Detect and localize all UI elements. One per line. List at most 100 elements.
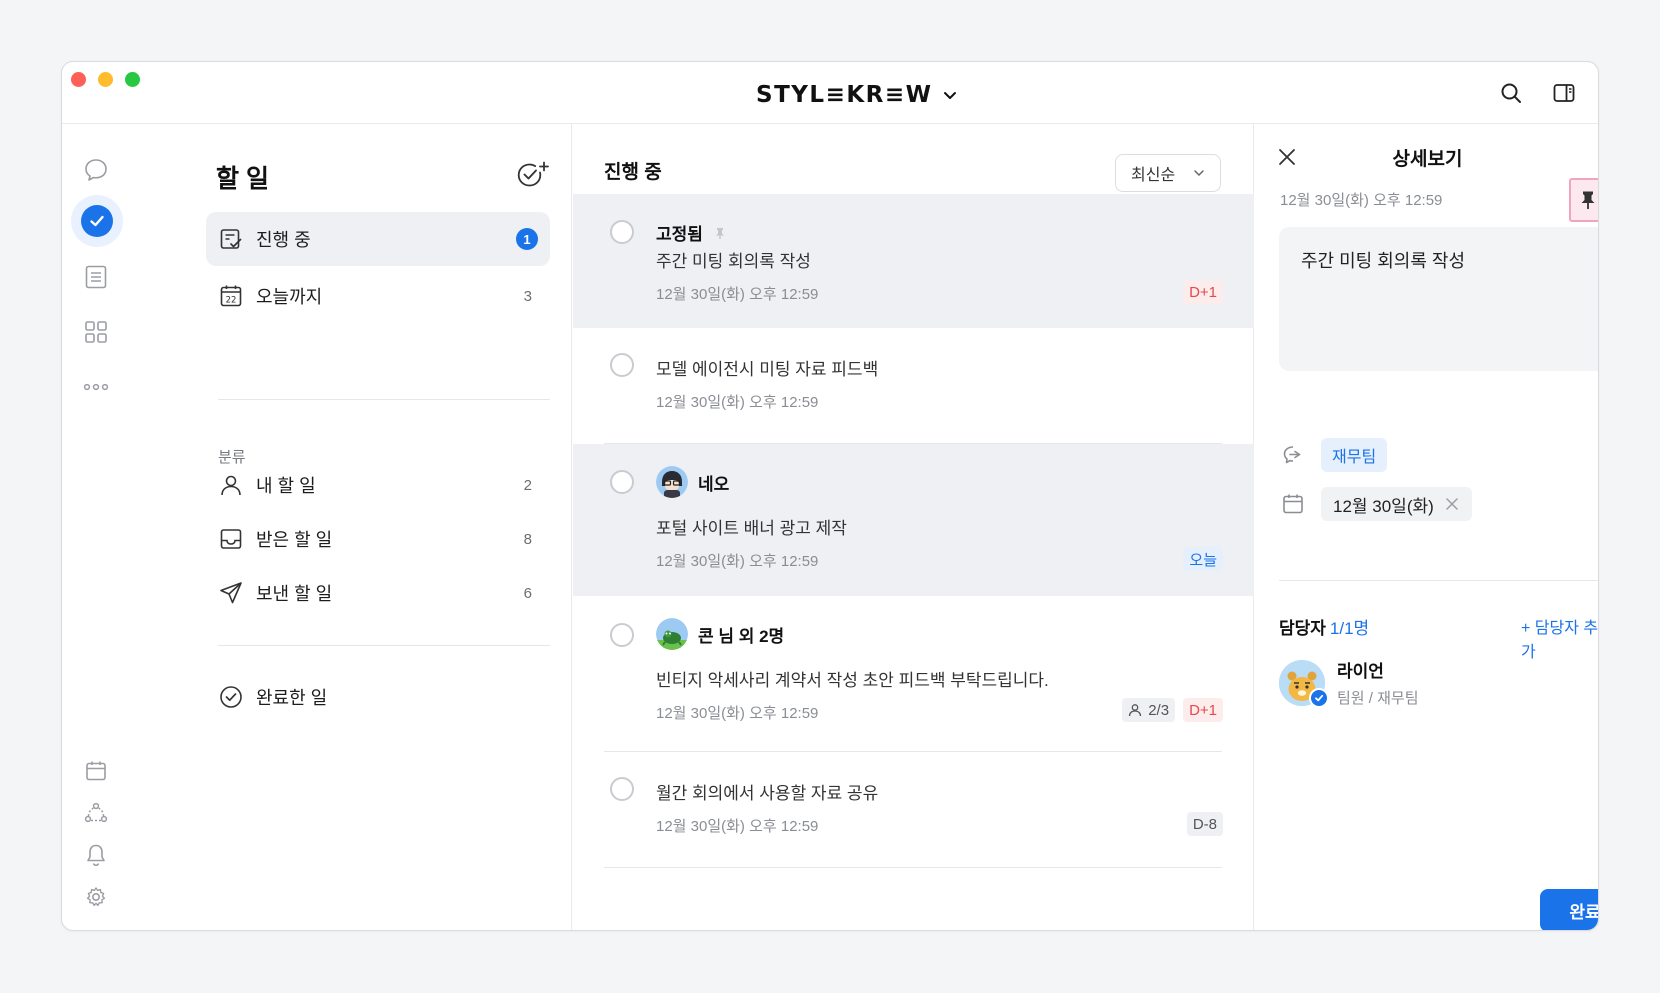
due-tag: D-8 (1186, 812, 1223, 836)
chatroom-link-icon (1279, 441, 1307, 469)
assignee-label: 담당자 (1279, 619, 1326, 638)
detail-date: 12월 30일(화) 오후 12:59 (1280, 192, 1443, 209)
sort-dropdown[interactable]: 최신순 (1115, 154, 1221, 192)
brand-logo: STYL≡KR≡W (756, 82, 933, 108)
window-close-button[interactable] (71, 72, 86, 87)
assignee-header: 담당자 1/1명 (1279, 614, 1369, 639)
rail-memo[interactable] (80, 261, 112, 293)
chatroom-chip[interactable]: 재무팀 (1321, 438, 1388, 472)
task-owner: 콘 님 외 2명 (656, 618, 784, 650)
nav-due-today-count: 3 (523, 287, 532, 305)
divider (218, 645, 550, 646)
nav-completed[interactable]: 완료한 일 (206, 670, 550, 724)
rail-notifications[interactable] (80, 839, 112, 871)
task-checkbox[interactable] (610, 777, 634, 801)
chat-icon (85, 159, 107, 181)
detail-title: 상세보기 (1392, 149, 1463, 170)
bear-avatar-icon (78, 930, 116, 931)
pin-icon (1581, 191, 1595, 209)
task-description-box[interactable]: 주간 미팅 회의록 작성 (1279, 227, 1598, 371)
assignee-role: 팀원 / 재무팀 (1337, 690, 1419, 707)
title-bar: STYL≡KR≡W (62, 62, 1598, 124)
window-minimize-button[interactable] (98, 72, 113, 87)
complete-button[interactable]: 완료 (1540, 889, 1598, 930)
calendar-icon (86, 761, 106, 781)
nav-my-todos-count: 2 (523, 476, 532, 494)
add-todo-button[interactable] (515, 160, 551, 190)
page-title: 할 일 (216, 165, 269, 193)
pin-button[interactable] (1569, 178, 1598, 222)
nav-in-progress[interactable]: 진행 중 1 (206, 212, 550, 266)
nav-due-today[interactable]: 22 오늘까지 3 (206, 269, 550, 323)
task-item[interactable]: 월간 회의에서 사용할 자료 공유 12월 30일(화) 오후 12:59 D-… (573, 752, 1254, 868)
task-title: 월간 회의에서 사용할 자료 공유 (656, 784, 879, 803)
task-item[interactable]: 모델 에이전시 미팅 자료 피드백 12월 30일(화) 오후 12:59 (573, 328, 1254, 444)
rail-more[interactable] (80, 371, 112, 403)
task-date: 12월 30일(화) 오후 12:59 (656, 818, 819, 835)
neo-avatar (656, 466, 688, 498)
task-title: 주간 미팅 회의록 작성 (656, 252, 811, 271)
task-owner: 네오 (656, 466, 729, 498)
due-tag: D+1 (1183, 698, 1223, 722)
task-owner: 고정됨 (656, 220, 727, 245)
task-title: 포털 사이트 배너 광고 제작 (656, 519, 847, 538)
task-checkbox[interactable] (610, 470, 634, 494)
divider (604, 867, 1222, 868)
sort-dropdown-label: 최신순 (1131, 167, 1176, 184)
due-tag: 오늘 (1183, 547, 1223, 571)
chevron-down-icon (943, 92, 956, 99)
person-icon (218, 472, 244, 498)
task-checkbox[interactable] (610, 623, 634, 647)
task-date: 12월 30일(화) 오후 12:59 (656, 553, 819, 570)
task-title: 모델 에이전시 미팅 자료 피드백 (656, 360, 879, 379)
close-icon (1446, 498, 1458, 510)
rail-calendar[interactable] (80, 755, 112, 787)
assignee-progress-tag: 2/3 (1122, 698, 1176, 722)
divider (218, 399, 550, 400)
gear-icon (86, 887, 106, 907)
memo-icon (85, 265, 107, 289)
rail-apps[interactable] (80, 316, 112, 348)
task-item[interactable]: 고정됨 주간 미팅 회의록 작성 12월 30일(화) 오후 12:59 D+1 (573, 194, 1254, 328)
task-item[interactable]: 네오 포털 사이트 배너 광고 제작 12월 30일(화) 오후 12:59 오… (573, 444, 1254, 596)
task-list-panel: 진행 중 최신순 고정됨 주간 미팅 회의록 작성 12월 30일(화) 오후 … (573, 124, 1254, 930)
nav-my-todos[interactable]: 내 할 일 2 (206, 458, 550, 512)
avatar (1279, 659, 1329, 708)
task-item[interactable]: 콘 님 외 2명 빈티지 악세사리 계약서 작성 초안 피드백 부탁드립니다. … (573, 596, 1254, 752)
calendar-icon (1279, 490, 1307, 518)
due-date-row: 12월 30일(화) (1279, 487, 1472, 521)
search-button[interactable] (1498, 80, 1524, 106)
toggle-panel-button[interactable] (1551, 80, 1577, 106)
assignee-count: 1/1명 (1329, 619, 1370, 638)
todo-nav-panel: 할 일 진행 중 1 22 오늘까지 3 분류 내 할 일 2 받은 할 일 8… (142, 124, 572, 930)
window-zoom-button[interactable] (125, 72, 140, 87)
nav-in-progress-label: 진행 중 (256, 230, 311, 250)
in-progress-icon (218, 226, 244, 252)
person-icon (1129, 704, 1142, 717)
chatroom-row: 재무팀 (1279, 438, 1388, 472)
my-profile-avatar[interactable] (78, 930, 116, 931)
assignee-item[interactable]: 라이언 팀원 / 재무팀 (1279, 657, 1419, 708)
nav-received-todos[interactable]: 받은 할 일 8 (206, 512, 550, 566)
task-date: 12월 30일(화) 오후 12:59 (656, 394, 819, 411)
clear-due-date-button[interactable] (1444, 496, 1460, 512)
nav-in-progress-badge: 1 (516, 228, 538, 250)
rail-todo[interactable] (71, 195, 123, 247)
rail-chat[interactable] (80, 154, 112, 186)
rail-settings[interactable] (80, 881, 112, 913)
divider (1279, 580, 1598, 581)
workspace-switcher[interactable]: STYL≡KR≡W (756, 81, 957, 109)
due-date-chip[interactable]: 12월 30일(화) (1321, 487, 1472, 521)
task-owner-name: 네오 (698, 474, 730, 494)
rail-organization[interactable] (80, 797, 112, 829)
nav-sent-todos[interactable]: 보낸 할 일 6 (206, 566, 550, 620)
icon-rail (62, 124, 142, 931)
app-window: STYL≡KR≡W 할 일 진행 중 1 22 오늘까지 3 분류 내 할 일 … (61, 61, 1599, 931)
task-owner-name: 콘 님 외 2명 (698, 626, 785, 646)
pinned-label: 고정됨 (656, 225, 703, 244)
add-assignee-button[interactable]: + 담당자 추가 (1521, 614, 1598, 662)
task-checkbox[interactable] (610, 353, 634, 377)
task-checkbox[interactable] (610, 220, 634, 244)
list-title: 진행 중 (604, 162, 662, 183)
verified-check-icon (1309, 687, 1329, 708)
